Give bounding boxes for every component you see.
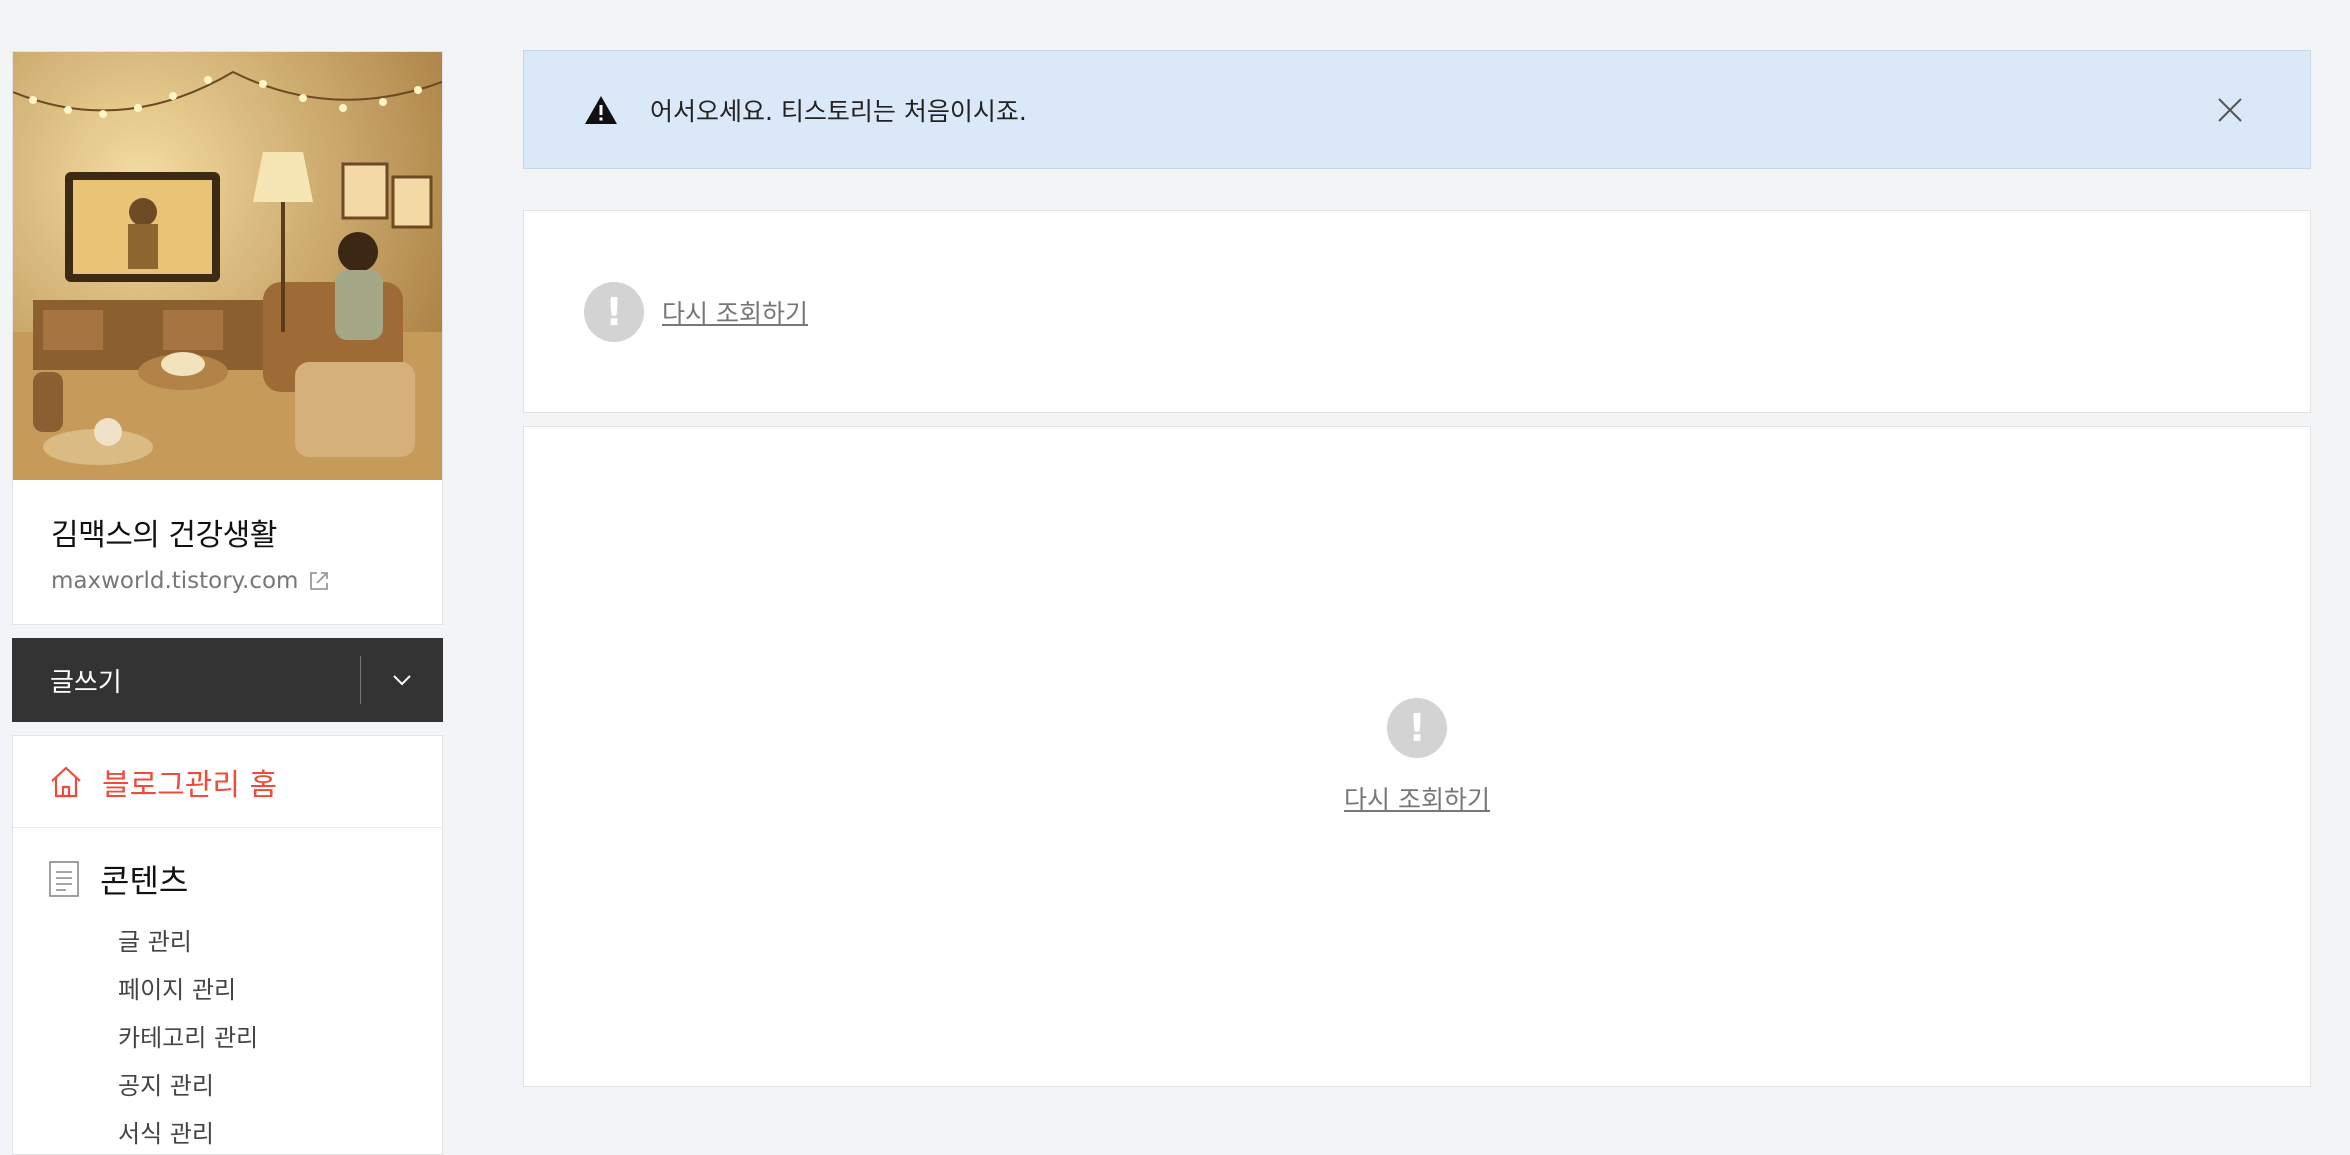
menu-item-template-manage[interactable]: 서식 관리 [118, 1110, 442, 1154]
external-link-icon[interactable] [308, 570, 330, 592]
error-panel-top: ! 다시 조회하기 [523, 210, 2311, 413]
blog-thumbnail[interactable] [13, 52, 442, 480]
menu-item-page-manage[interactable]: 페이지 관리 [118, 966, 442, 1014]
notice-text: 어서오세요. 티스토리는 처음이시죠. [650, 96, 1027, 126]
menu-item-blog-home[interactable]: 블로그관리 홈 [13, 736, 442, 828]
menu-item-notice-manage[interactable]: 공지 관리 [118, 1062, 442, 1110]
menu-section-contents: 콘텐츠 글 관리 페이지 관리 카테고리 관리 공지 관리 서식 관리 [13, 828, 442, 1154]
menu-item-post-manage[interactable]: 글 관리 [118, 918, 442, 966]
write-post-bar: 글쓰기 [12, 638, 443, 722]
write-post-button[interactable]: 글쓰기 [50, 662, 360, 699]
exclamation-circle-icon: ! [1387, 697, 1447, 758]
notice-close-button[interactable] [2210, 90, 2250, 130]
sidebar: 김맥스의 건강생활 maxworld.tistory.com 글쓰기 블로그관리… [12, 51, 443, 1155]
blog-profile-card: 김맥스의 건강생활 maxworld.tistory.com [12, 51, 443, 625]
error-panel-main: ! 다시 조회하기 [523, 426, 2311, 1087]
retry-link[interactable]: 다시 조회하기 [1344, 780, 1490, 816]
warning-triangle-icon [585, 95, 617, 124]
blog-title[interactable]: 김맥스의 건강생활 [51, 510, 442, 554]
document-icon [49, 861, 79, 897]
welcome-notice: 어서오세요. 티스토리는 처음이시죠. [523, 50, 2311, 169]
chevron-down-icon [393, 675, 411, 686]
exclamation-circle-icon: ! [584, 281, 644, 342]
menu-item-blog-home-label: 블로그관리 홈 [102, 767, 278, 803]
close-icon [2218, 97, 2242, 122]
menu-section-title[interactable]: 콘텐츠 [100, 856, 188, 902]
home-icon [51, 765, 81, 797]
menu-item-category-manage[interactable]: 카테고리 관리 [118, 1014, 442, 1062]
retry-link[interactable]: 다시 조회하기 [662, 294, 808, 330]
blog-url-link[interactable]: maxworld.tistory.com [51, 568, 298, 594]
main-content: 어서오세요. 티스토리는 처음이시죠. ! 다시 조회하기 ! 다시 조회하기 [523, 50, 2311, 1087]
write-options-dropdown[interactable] [361, 638, 443, 722]
admin-menu: 블로그관리 홈 콘텐츠 글 관리 페이지 관리 카테고리 관리 공지 관리 서식… [12, 735, 443, 1155]
